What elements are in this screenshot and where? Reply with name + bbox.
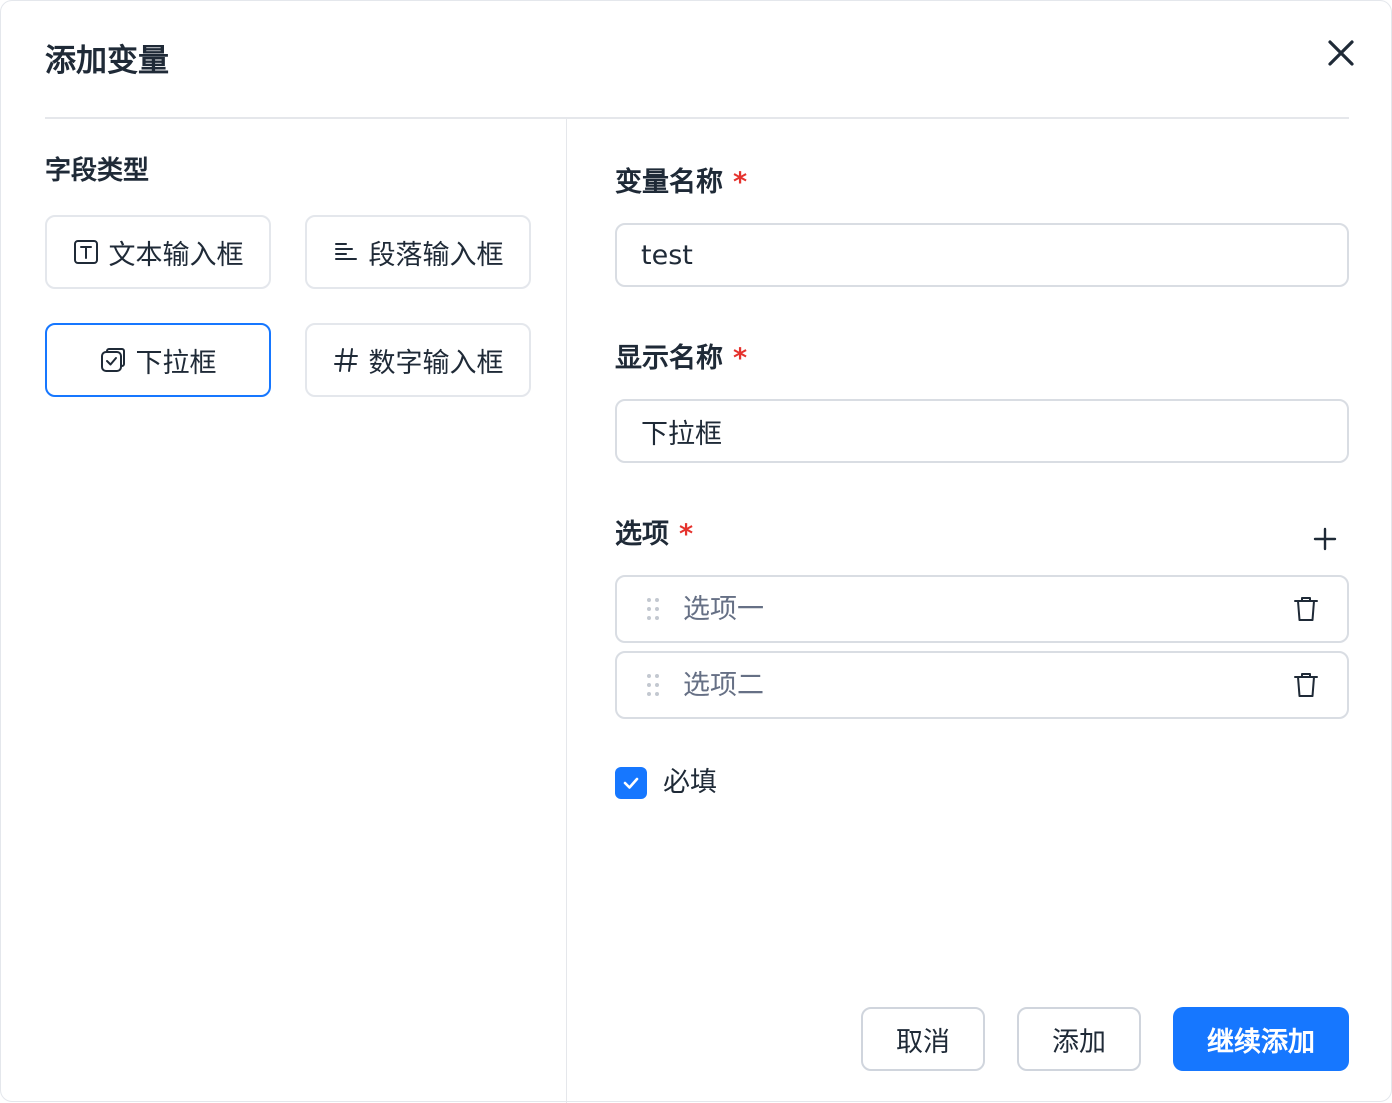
close-button[interactable] [1321, 33, 1361, 73]
field-type-label-text: 文本输入框 [108, 239, 244, 271]
required-asterisk: * [733, 343, 748, 374]
variable-name-input[interactable] [615, 223, 1349, 287]
field-type-number-input[interactable]: 数字输入框 [305, 323, 531, 397]
cancel-button[interactable]: 取消 [861, 1007, 985, 1071]
delete-option-button[interactable] [1291, 594, 1321, 624]
panel-divider [566, 119, 567, 1103]
option-row [615, 651, 1349, 719]
plus-icon [1313, 527, 1337, 551]
close-icon [1328, 40, 1354, 66]
field-type-paragraph-input[interactable]: 段落输入框 [305, 215, 531, 289]
field-type-label-text: 段落输入框 [368, 239, 504, 271]
options-label: 选项 * [615, 517, 693, 553]
drag-handle-icon[interactable] [645, 596, 661, 622]
dialog-title: 添加变量 [45, 43, 169, 79]
continue-add-button[interactable]: 继续添加 [1173, 1007, 1349, 1071]
dropdown-box-icon [100, 347, 126, 373]
field-type-text-input[interactable]: 文本输入框 [45, 215, 271, 289]
option-input[interactable] [681, 668, 1291, 702]
hash-icon [333, 347, 359, 373]
trash-icon [1294, 673, 1318, 697]
required-asterisk: * [733, 167, 748, 198]
field-type-label-text: 数字输入框 [368, 347, 504, 379]
drag-handle-icon[interactable] [645, 672, 661, 698]
display-name-label-text: 显示名称 [615, 343, 723, 374]
required-checkbox[interactable] [615, 767, 647, 799]
field-type-label-text: 下拉框 [135, 347, 217, 379]
field-type-dropdown[interactable]: 下拉框 [45, 323, 271, 397]
field-type-label: 字段类型 [45, 156, 150, 186]
options-label-text: 选项 [615, 519, 669, 550]
display-name-input[interactable] [615, 399, 1349, 463]
trash-icon [1294, 597, 1318, 621]
paragraph-lines-icon [333, 239, 359, 265]
header-divider [45, 117, 1349, 119]
required-checkbox-label[interactable]: 必填 [663, 765, 717, 801]
delete-option-button[interactable] [1291, 670, 1321, 700]
text-box-icon [73, 239, 99, 265]
option-row [615, 575, 1349, 643]
option-input[interactable] [681, 592, 1291, 626]
add-button[interactable]: 添加 [1017, 1007, 1141, 1071]
variable-name-label-text: 变量名称 [615, 167, 723, 198]
display-name-label: 显示名称 * [615, 341, 747, 377]
variable-name-label: 变量名称 * [615, 165, 747, 201]
required-asterisk: * [679, 519, 694, 550]
add-variable-dialog: 添加变量 字段类型 文本输入框 段落输入框 下拉框 数字输入框 变量名称 * t… [0, 0, 1392, 1103]
add-option-button[interactable] [1309, 523, 1341, 555]
checkmark-icon [623, 777, 639, 789]
